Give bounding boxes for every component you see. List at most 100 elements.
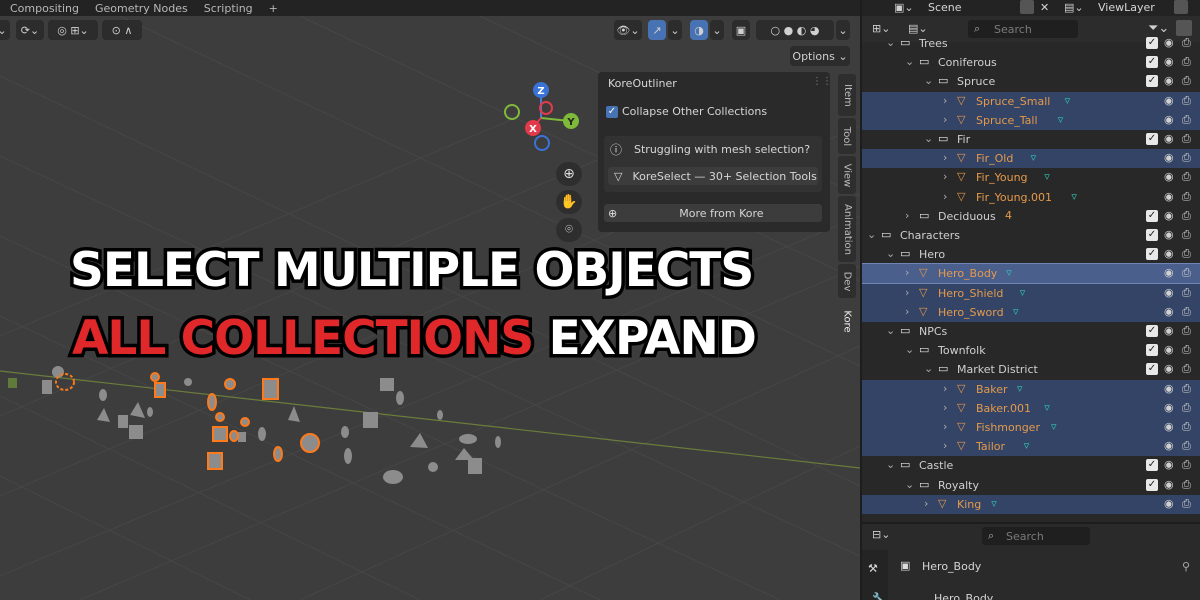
expand-arrow-down-icon[interactable]: ⌄	[924, 362, 933, 375]
outliner-object-row[interactable]: › ▽ Fishmonger ▿ ◉ ⎙	[862, 418, 1200, 437]
outliner-collection-row[interactable]: ⌄ ▭ Fir ✓ ◉ ⎙	[862, 130, 1200, 149]
render-camera-icon[interactable]: ⎙	[1182, 478, 1191, 492]
render-camera-icon[interactable]: ⎙	[1182, 305, 1191, 319]
exclude-checkbox[interactable]: ✓	[1146, 209, 1158, 222]
mesh-data-icon[interactable]: ▿	[1051, 420, 1057, 433]
tab-compositing[interactable]: Compositing	[10, 2, 79, 15]
outliner-collection-row[interactable]: ⌄ ▭ Characters ✓ ◉ ⎙	[862, 226, 1200, 245]
transform-pivot-icon[interactable]: ⟳⌄	[16, 20, 44, 40]
expand-arrow-right-icon[interactable]: ›	[943, 420, 947, 433]
visibility-eye-icon[interactable]: ◉	[1164, 132, 1174, 145]
visibility-eye-icon[interactable]: ◉	[1164, 228, 1174, 241]
mesh-data-icon[interactable]: ▿	[1017, 382, 1023, 395]
viewlayer-name[interactable]: ViewLayer	[1098, 1, 1155, 14]
mesh-data-icon[interactable]: ▿	[991, 497, 997, 510]
expand-arrow-right-icon[interactable]: ›	[905, 286, 909, 299]
render-camera-icon[interactable]: ⎙	[1182, 497, 1191, 511]
render-camera-icon[interactable]: ⎙	[1182, 343, 1191, 357]
gizmo-dropdown-icon[interactable]: ⌄	[668, 20, 682, 40]
render-camera-icon[interactable]: ⎙	[1182, 190, 1191, 204]
expand-arrow-down-icon[interactable]: ⌄	[924, 74, 933, 87]
xray-icon[interactable]: ▣	[732, 20, 750, 40]
expand-arrow-right-icon[interactable]: ›	[905, 209, 909, 222]
outliner-object-row[interactable]: › ▽ Spruce_Small ▿ ◉ ⎙	[862, 91, 1200, 111]
outliner-object-row[interactable]: › ▽ Fir_Old ▿ ◉ ⎙	[862, 149, 1200, 169]
visibility-eye-icon[interactable]: ◉	[1164, 420, 1174, 433]
pan-hand-icon[interactable]: ✋	[556, 190, 582, 214]
visibility-eye-icon[interactable]: ◉	[1164, 478, 1174, 491]
expand-arrow-right-icon[interactable]: ›	[924, 497, 928, 510]
expand-arrow-right-icon[interactable]: ›	[943, 94, 947, 107]
editor-type-icon[interactable]: ▤⌄	[908, 22, 928, 35]
render-camera-icon[interactable]: ⎙	[1182, 132, 1191, 146]
render-camera-icon[interactable]: ⎙	[1182, 286, 1191, 300]
viewlayer-icon[interactable]: ▤⌄	[1064, 1, 1084, 14]
expand-arrow-down-icon[interactable]: ⌄	[886, 247, 895, 260]
outliner-object-row[interactable]: › ▽ Fir_Young.001 ▿ ◉ ⎙	[862, 188, 1200, 207]
options-button[interactable]: Options ⌄	[790, 46, 850, 66]
render-camera-icon[interactable]: ⎙	[1182, 36, 1191, 50]
scene-type-icon[interactable]: ▣⌄	[894, 1, 914, 14]
mesh-data-icon[interactable]: ▿	[1065, 94, 1071, 107]
visibility-eye-icon[interactable]: ◉	[1164, 94, 1174, 107]
visibility-eye-icon[interactable]: ◉	[1164, 324, 1174, 337]
tab-item[interactable]: Item	[838, 74, 856, 116]
outliner-collection-row[interactable]: ⌄ ▭ Coniferous ✓ ◉ ⎙	[862, 53, 1200, 72]
shading-dropdown-icon[interactable]: ⌄	[836, 20, 850, 40]
outliner-object-row[interactable]: › ▽ Fir_Young ▿ ◉ ⎙	[862, 168, 1200, 187]
visibility-eye-icon[interactable]: ◉	[1164, 439, 1174, 452]
outliner-collection-row[interactable]: ⌄ ▭ Spruce ✓ ◉ ⎙	[862, 72, 1200, 91]
tab-kore[interactable]: Kore	[838, 302, 856, 340]
drag-handle-icon[interactable]: ⋮⋮	[812, 76, 832, 87]
expand-arrow-down-icon[interactable]: ⌄	[905, 343, 914, 356]
expand-arrow-right-icon[interactable]: ›	[943, 382, 947, 395]
outliner-collection-row[interactable]: ⌄ ▭ Market District ✓ ◉ ⎙	[862, 360, 1200, 379]
render-camera-icon[interactable]: ⎙	[1182, 55, 1191, 69]
expand-arrow-right-icon[interactable]: ›	[905, 305, 909, 318]
panel-title[interactable]: KoreOutliner	[608, 77, 677, 90]
visibility-eye-icon[interactable]: ◉	[1164, 36, 1174, 49]
visibility-eye-icon[interactable]: ◉	[1164, 343, 1174, 356]
pin-icon[interactable]: ⚲	[1182, 560, 1190, 573]
tab-animation[interactable]: Animation	[838, 196, 856, 262]
render-camera-icon[interactable]: ⎙	[1182, 74, 1191, 88]
mesh-data-icon[interactable]: ▿	[1020, 286, 1026, 299]
expand-arrow-right-icon[interactable]: ›	[943, 190, 947, 203]
outliner-object-row[interactable]: › ▽ King ▿ ◉ ⎙	[862, 494, 1200, 514]
outliner-object-row[interactable]: › ▽ Spruce_Tall ▿ ◉ ⎙	[862, 110, 1200, 130]
outliner-object-row[interactable]: › ▽ Baker ▿ ◉ ⎙	[862, 379, 1200, 399]
expand-arrow-down-icon[interactable]: ⌄	[867, 228, 876, 241]
exclude-checkbox[interactable]: ✓	[1146, 325, 1158, 337]
expand-arrow-down-icon[interactable]: ⌄	[886, 36, 895, 49]
outliner-object-row[interactable]: › ▽ Hero_Sword ▿ ◉ ⎙	[862, 302, 1200, 322]
exclude-checkbox[interactable]: ✓	[1146, 248, 1158, 261]
exclude-checkbox[interactable]: ✓	[1146, 229, 1158, 241]
render-camera-icon[interactable]: ⎙	[1182, 420, 1191, 434]
wrench-icon[interactable]: 🔧	[872, 592, 886, 600]
mesh-data-icon[interactable]: ▿	[1031, 151, 1037, 164]
properties-search-input[interactable]: ⌕ Search	[982, 527, 1090, 545]
exclude-checkbox[interactable]: ✓	[1146, 478, 1158, 491]
tab-scripting[interactable]: Scripting	[204, 2, 253, 15]
outliner-collection-row[interactable]: ⌄ ▭ Royalty ✓ ◉ ⎙	[862, 476, 1200, 495]
zoom-icon[interactable]: ⊕	[556, 162, 582, 186]
expand-arrow-down-icon[interactable]: ⌄	[905, 478, 914, 491]
more-from-kore-button[interactable]: ⊕ More from Kore	[604, 204, 822, 222]
mesh-data-icon[interactable]: ▿	[1024, 439, 1030, 452]
visibility-eye-icon[interactable]: ◉	[1164, 382, 1174, 395]
display-mode-icon[interactable]: ⊞⌄	[872, 22, 890, 35]
outliner-collection-row[interactable]: ⌄ ▭ NPCs ✓ ◉ ⎙	[862, 322, 1200, 341]
visibility-eye-icon[interactable]: ◉	[1164, 151, 1174, 164]
render-camera-icon[interactable]: ⎙	[1182, 113, 1191, 127]
expand-arrow-down-icon[interactable]: ⌄	[905, 55, 914, 68]
outliner-object-row[interactable]: › ▽ Baker.001 ▿ ◉ ⎙	[862, 398, 1200, 418]
expand-arrow-down-icon[interactable]: ⌄	[886, 458, 895, 471]
mesh-data-icon[interactable]: ▿	[1044, 401, 1050, 414]
tab-view[interactable]: View	[838, 156, 856, 194]
render-camera-icon[interactable]: ⎙	[1182, 382, 1191, 396]
expand-arrow-right-icon[interactable]: ›	[943, 401, 947, 414]
expand-arrow-right-icon[interactable]: ›	[943, 113, 947, 126]
outliner-collection-row[interactable]: ⌄ ▭ Castle ✓ ◉ ⎙	[862, 456, 1200, 475]
overlays-dropdown-icon[interactable]: ⌄	[710, 20, 724, 40]
navigation-gizmo[interactable]: Z Y X	[498, 78, 588, 158]
